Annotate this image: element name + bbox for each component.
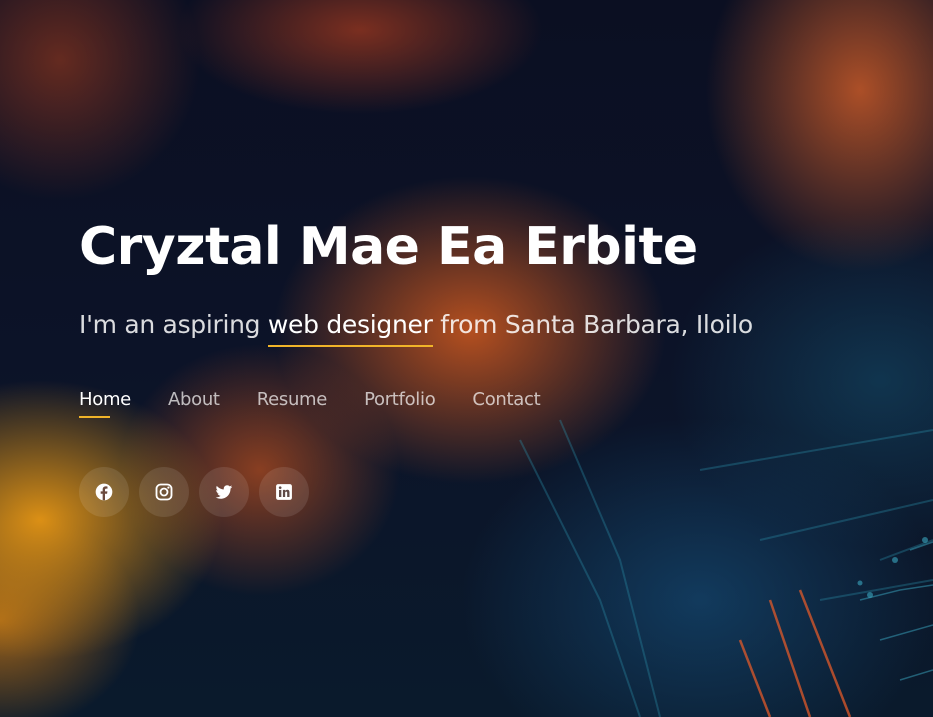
nav-item-home[interactable]: Home: [79, 389, 131, 418]
typed-role-text: web designer: [267, 312, 433, 347]
linkedin-icon: [276, 484, 292, 500]
main-nav: Home About Resume Portfolio Contact: [79, 389, 577, 418]
circuit-board-background: [519, 419, 933, 717]
subtitle-suffix: from Santa Barbara, Iloilo: [432, 310, 753, 339]
instagram-link[interactable]: [139, 467, 189, 517]
nav-item-portfolio[interactable]: Portfolio: [364, 389, 436, 418]
facebook-link[interactable]: [79, 467, 129, 517]
twitter-icon: [215, 485, 233, 499]
social-links: [79, 467, 309, 517]
nav-item-contact[interactable]: Contact: [472, 389, 540, 418]
facebook-icon: [95, 483, 113, 501]
hero-subtitle: I'm an aspiring web designer from Santa …: [79, 307, 753, 347]
nav-item-about[interactable]: About: [168, 389, 220, 418]
instagram-icon: [155, 483, 173, 501]
linkedin-link[interactable]: [259, 467, 309, 517]
nav-item-resume[interactable]: Resume: [257, 389, 328, 418]
twitter-link[interactable]: [199, 467, 249, 517]
hero-title: Cryztal Mae Ea Erbite: [79, 217, 698, 277]
subtitle-prefix: I'm an aspiring: [79, 310, 268, 339]
